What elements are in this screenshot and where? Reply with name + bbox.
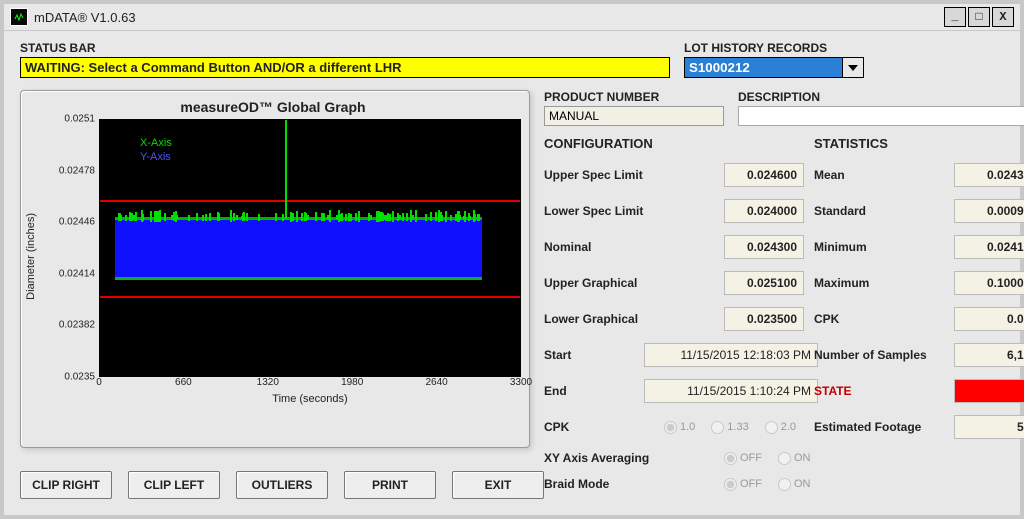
app-window: mDATA® V1.0.63 _ □ X STATUS BAR WAITING:…: [0, 0, 1024, 519]
app-icon: [10, 8, 28, 26]
cfg-lgr-label: Lower Graphical: [544, 312, 714, 326]
stat-mean-value: 0.024312: [954, 163, 1024, 187]
stat-mean-label: Mean: [814, 168, 944, 182]
minimize-button[interactable]: _: [944, 7, 966, 27]
cfg-lsl-value: 0.024000: [724, 199, 804, 223]
config-header: CONFIGURATION: [544, 136, 714, 151]
chart-legend: X-Axis Y-Axis: [140, 136, 172, 164]
stat-footage-label: Estimated Footage: [814, 420, 944, 434]
cfg-xyavg-label: XY Axis Averaging: [544, 451, 714, 465]
cfg-lsl-label: Lower Spec Limit: [544, 204, 714, 218]
exit-button[interactable]: EXIT: [452, 471, 544, 499]
cfg-ugr-value: 0.025100: [724, 271, 804, 295]
stat-state-value: [954, 379, 1024, 403]
cfg-braid-label: Braid Mode: [544, 477, 714, 491]
description-label: DESCRIPTION: [738, 90, 1024, 104]
print-button[interactable]: PRINT: [344, 471, 436, 499]
stat-std-value: 0.000966: [954, 199, 1024, 223]
clip-left-button[interactable]: CLIP LEFT: [128, 471, 220, 499]
stat-footage-value: 516: [954, 415, 1024, 439]
status-message: WAITING: Select a Command Button AND/OR …: [20, 57, 670, 78]
chevron-down-icon: [848, 65, 858, 71]
xyavg-on[interactable]: [778, 452, 791, 465]
chart-plot: X-Axis Y-Axis: [99, 119, 521, 377]
cfg-usl-label: Upper Spec Limit: [544, 168, 714, 182]
stat-min-value: 0.024150: [954, 235, 1024, 259]
stats-header: STATISTICS: [814, 136, 944, 151]
cfg-end-value: 11/15/2015 1:10:24 PM: [644, 379, 818, 403]
chart-panel: measureOD™ Global Graph Diameter (inches…: [20, 90, 530, 448]
product-input[interactable]: [544, 106, 724, 126]
cfg-braid-options: OFF ON: [724, 478, 804, 491]
cfg-lgr-value: 0.023500: [724, 307, 804, 331]
description-input[interactable]: [738, 106, 1024, 126]
braid-on[interactable]: [778, 478, 791, 491]
close-button[interactable]: X: [992, 7, 1014, 27]
cfg-nominal-value: 0.024300: [724, 235, 804, 259]
status-label: STATUS BAR: [20, 41, 530, 55]
stat-state-label: STATE: [814, 384, 944, 398]
outliers-button[interactable]: OUTLIERS: [236, 471, 328, 499]
lot-history-input[interactable]: [684, 57, 842, 78]
stat-max-value: 0.100000: [954, 271, 1024, 295]
lot-history-combo[interactable]: [684, 57, 1024, 78]
stat-std-label: Standard: [814, 204, 944, 218]
button-row: CLIP RIGHT CLIP LEFT OUTLIERS PRINT EXIT: [20, 471, 544, 499]
cfg-ugr-label: Upper Graphical: [544, 276, 714, 290]
cfg-xyavg-options: OFF ON: [724, 452, 804, 465]
lot-label: LOT HISTORY RECORDS: [684, 41, 1024, 55]
stat-max-label: Maximum: [814, 276, 944, 290]
cfg-cpk-options: 1.0 1.33 2.0: [664, 421, 824, 434]
stat-min-label: Minimum: [814, 240, 944, 254]
stat-cpk-value: 0.099: [954, 307, 1024, 331]
cpk-radio-10[interactable]: [664, 421, 677, 434]
chart-ylabel: Diameter (inches): [25, 213, 49, 300]
cpk-radio-133[interactable]: [711, 421, 724, 434]
stat-samples-value: 6,194: [954, 343, 1024, 367]
cfg-start-value: 11/15/2015 12:18:03 PM: [644, 343, 818, 367]
cpk-radio-20[interactable]: [765, 421, 778, 434]
lot-dropdown-button[interactable]: [842, 57, 864, 78]
window-title: mDATA® V1.0.63: [34, 10, 942, 25]
chart-xlabel: Time (seconds): [99, 393, 521, 409]
titlebar: mDATA® V1.0.63 _ □ X: [4, 4, 1020, 31]
chart-yticks: 0.02350.023820.024140.024460.024780.0251: [49, 119, 99, 377]
cfg-usl-value: 0.024600: [724, 163, 804, 187]
product-label: PRODUCT NUMBER: [544, 90, 724, 104]
window-controls: _ □ X: [942, 7, 1014, 27]
cfg-nominal-label: Nominal: [544, 240, 714, 254]
maximize-button[interactable]: □: [968, 7, 990, 27]
xyavg-off[interactable]: [724, 452, 737, 465]
chart-xticks: 06601320198026403300: [99, 377, 521, 393]
braid-off[interactable]: [724, 478, 737, 491]
chart-title: measureOD™ Global Graph: [25, 99, 521, 115]
stat-cpk-label: CPK: [814, 312, 944, 326]
clip-right-button[interactable]: CLIP RIGHT: [20, 471, 112, 499]
stat-samples-label: Number of Samples: [814, 348, 944, 362]
